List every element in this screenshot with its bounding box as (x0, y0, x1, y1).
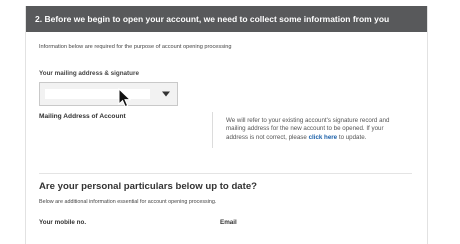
intro-text: Information below are required for the p… (39, 44, 232, 50)
mobile-number-label: Your mobile no. (39, 219, 87, 226)
email-label: Email (220, 219, 237, 226)
panel-header: 2. Before we begin to open your account,… (26, 6, 427, 32)
mouse-pointer-icon (118, 88, 132, 108)
click-here-link[interactable]: click here (309, 134, 338, 141)
particulars-description: Below are additional information essenti… (39, 199, 217, 205)
select-value (45, 89, 150, 99)
chevron-down-icon (162, 91, 170, 97)
particulars-title: Are your personal particulars below up t… (39, 181, 258, 192)
section-divider (39, 173, 412, 174)
account-info-panel: 2. Before we begin to open your account,… (25, 6, 428, 244)
mailing-signature-label: Your mailing address & signature (39, 70, 139, 77)
mailing-address-label: Mailing Address of Account (39, 113, 126, 120)
note-suffix: to update. (338, 133, 367, 141)
address-note: We will refer to your existing account's… (212, 112, 400, 148)
mailing-address-select[interactable] (39, 82, 178, 106)
